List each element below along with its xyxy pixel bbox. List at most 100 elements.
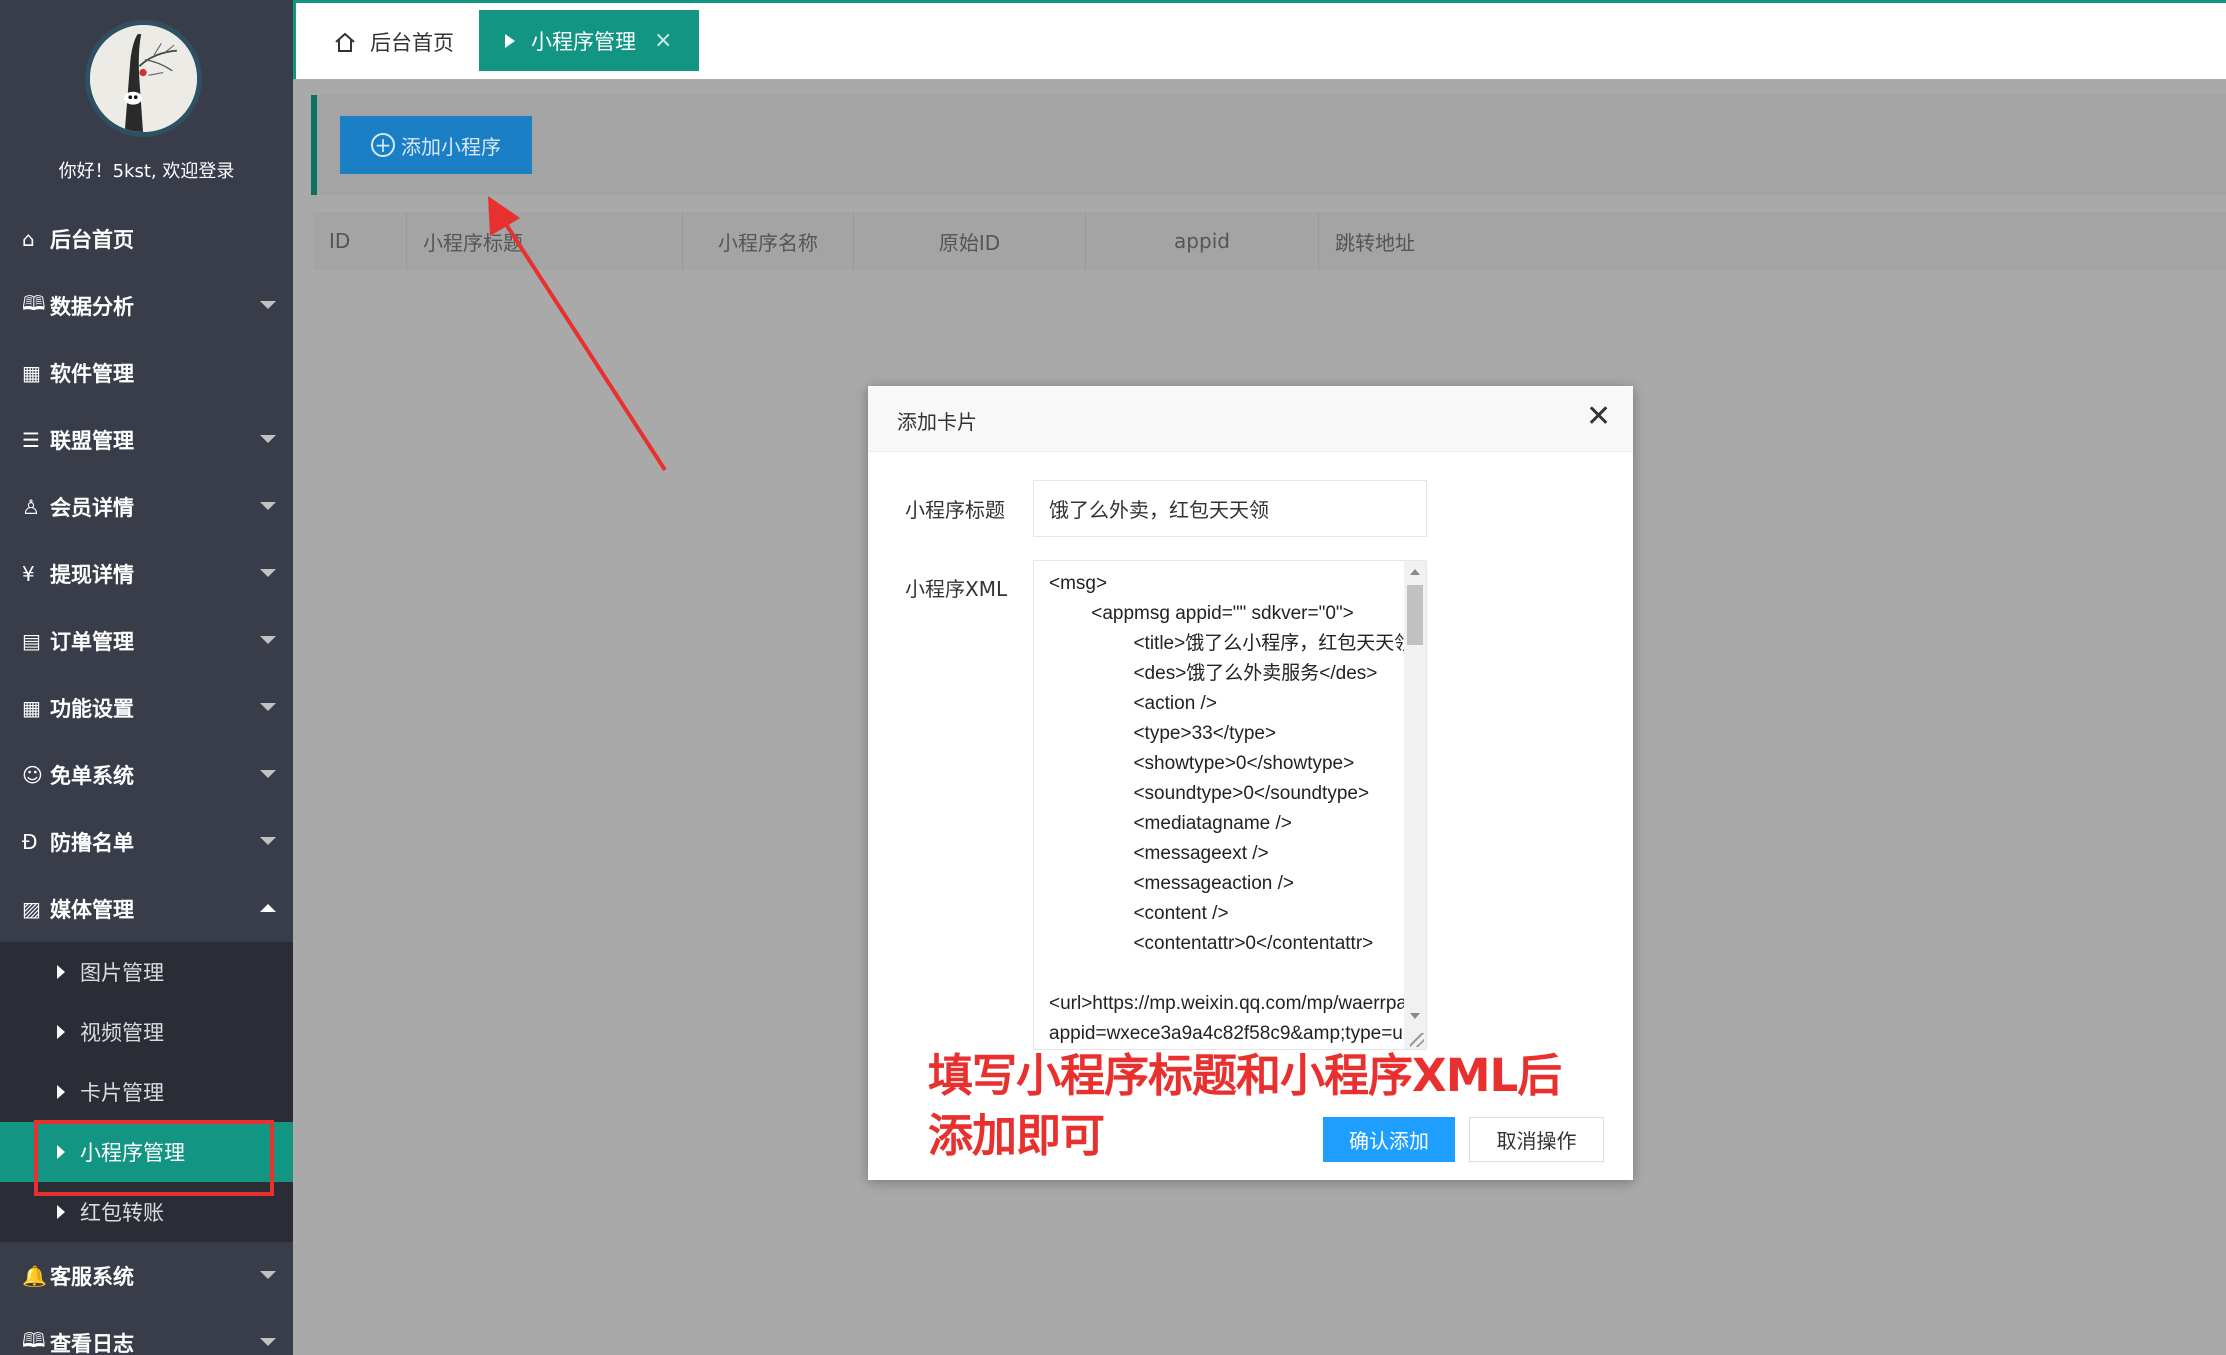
add-miniprogram-button[interactable]: + 添加小程序 xyxy=(340,116,532,174)
annotation-line-2: 添加即可 xyxy=(928,1109,1105,1162)
sidebar-item-icon: ▦ xyxy=(22,695,41,720)
tab-home-label: 后台首页 xyxy=(370,31,454,55)
sidebar-item-2[interactable]: ▦ 软件管理 xyxy=(0,339,293,406)
submenu-item-label: 图片管理 xyxy=(80,961,164,985)
caret-down-icon xyxy=(260,837,276,845)
caret-down-icon xyxy=(260,770,276,778)
sidebar-item-label: 提现详情 xyxy=(50,562,134,587)
submenu-item-3[interactable]: 小程序管理 xyxy=(0,1122,293,1182)
sidebar-item-icon: ¥ xyxy=(22,561,35,586)
sidebar-item-icon: 🔔 xyxy=(22,1263,47,1288)
sidebar-item-icon: 🕮 xyxy=(22,290,46,315)
play-icon xyxy=(505,33,515,48)
title-field-label: 小程序标题 xyxy=(905,498,1005,522)
dialog-title: 添加卡片 xyxy=(897,410,977,434)
scroll-up-icon[interactable] xyxy=(1410,569,1420,575)
sidebar-item-label: 会员详情 xyxy=(50,495,134,520)
sidebar-item-after-0[interactable]: 🔔 客服系统 xyxy=(0,1242,293,1309)
sidebar-item-icon: ☺ xyxy=(22,762,43,787)
instruction-annotation: 填写小程序标题和小程序XML后 添加即可 xyxy=(928,1046,1562,1166)
sidebar-item-label: 客服系统 xyxy=(50,1264,134,1289)
avatar-image xyxy=(90,25,197,132)
user-panel: 你好！5kst, 欢迎登录 xyxy=(0,0,293,205)
resize-handle-icon[interactable] xyxy=(1410,1033,1424,1047)
dialog-header: 添加卡片 ✕ xyxy=(868,386,1633,452)
column-header-3: 原始ID xyxy=(854,212,1086,270)
cancel-button[interactable]: 取消操作 xyxy=(1469,1117,1604,1162)
sidebar-item-icon: ▤ xyxy=(22,628,41,653)
sidebar-item-0[interactable]: ⌂ 后台首页 xyxy=(0,205,293,272)
caret-down-icon xyxy=(260,1338,276,1346)
close-tab-icon[interactable]: × xyxy=(654,28,672,53)
submenu-item-label: 卡片管理 xyxy=(80,1081,164,1105)
sidebar-item-8[interactable]: ☺ 免单系统 xyxy=(0,741,293,808)
column-header-2: 小程序名称 xyxy=(683,212,854,270)
scroll-down-icon[interactable] xyxy=(1410,1013,1420,1019)
sidebar-item-6[interactable]: ▤ 订单管理 xyxy=(0,607,293,674)
caret-down-icon xyxy=(260,703,276,711)
sidebar-item-1[interactable]: 🕮 数据分析 xyxy=(0,272,293,339)
caret-down-icon xyxy=(260,1271,276,1279)
submenu-item-label: 视频管理 xyxy=(80,1021,164,1045)
column-header-4: appid xyxy=(1086,212,1319,270)
sidebar-item-9[interactable]: Ð 防撸名单 xyxy=(0,808,293,875)
column-header-5: 跳转地址 xyxy=(1335,230,1415,255)
sidebar-item-label: 订单管理 xyxy=(50,629,134,654)
sidebar-item-label: 防撸名单 xyxy=(50,830,134,855)
sidebar-item-after-1[interactable]: 🕮 查看日志 xyxy=(0,1309,293,1355)
sidebar: 你好！5kst, 欢迎登录 ⌂ 后台首页 🕮 数据分析 ▦ 软件管理 ☰ 联盟管理 ♙ 会员详情 ¥… xyxy=(0,0,293,1355)
sidebar-item-3[interactable]: ☰ 联盟管理 xyxy=(0,406,293,473)
xml-text: <msg> <appmsg appid="" sdkver="0"> <titl… xyxy=(1049,573,1427,1044)
tab-home[interactable]: 后台首页 xyxy=(334,27,454,57)
column-header-0: ID xyxy=(313,212,407,270)
sidebar-item-icon: ♙ xyxy=(22,494,40,519)
sidebar-item-label: 免单系统 xyxy=(50,763,134,788)
play-icon xyxy=(57,1145,65,1159)
play-icon xyxy=(57,1085,65,1099)
submenu-item-4[interactable]: 红包转账 xyxy=(0,1182,293,1242)
sidebar-item-icon: Ð xyxy=(22,829,38,854)
media-submenu: 图片管理视频管理卡片管理小程序管理红包转账 xyxy=(0,942,293,1242)
play-icon xyxy=(57,1205,65,1219)
sidebar-item-5[interactable]: ¥ 提现详情 xyxy=(0,540,293,607)
sidebar-item-7[interactable]: ▦ 功能设置 xyxy=(0,674,293,741)
tab-miniprogram-label: 小程序管理 xyxy=(531,29,636,54)
table-header: ID 小程序标题 小程序名称 原始ID appid 跳转地址 xyxy=(313,212,2226,270)
submenu-item-1[interactable]: 视频管理 xyxy=(0,1002,293,1062)
xml-textarea[interactable]: <msg> <appmsg appid="" sdkver="0"> <titl… xyxy=(1033,560,1427,1050)
welcome-text: 你好！5kst, 欢迎登录 xyxy=(58,161,235,182)
caret-down-icon xyxy=(260,636,276,644)
confirm-add-button[interactable]: 确认添加 xyxy=(1323,1117,1455,1162)
add-miniprogram-label: 添加小程序 xyxy=(401,134,501,159)
toolbar: + 添加小程序 xyxy=(311,95,2226,195)
submenu-item-2[interactable]: 卡片管理 xyxy=(0,1062,293,1122)
xml-field-label: 小程序XML xyxy=(905,577,1008,601)
title-input[interactable] xyxy=(1033,480,1427,537)
submenu-item-label: 红包转账 xyxy=(80,1201,164,1225)
tab-bar: 后台首页 小程序管理 × xyxy=(293,0,2226,79)
tab-miniprogram[interactable]: 小程序管理 × xyxy=(479,10,699,71)
sidebar-item-label: 查看日志 xyxy=(50,1331,134,1355)
home-icon xyxy=(335,32,355,52)
plus-circle-icon: + xyxy=(371,133,395,157)
avatar[interactable] xyxy=(85,20,202,137)
annotation-line-1: 填写小程序标题和小程序XML后 xyxy=(928,1049,1562,1102)
sidebar-item-10[interactable]: ▨ 媒体管理 xyxy=(0,875,293,942)
close-icon[interactable]: ✕ xyxy=(1586,402,1611,432)
scroll-thumb[interactable] xyxy=(1407,585,1423,645)
add-card-dialog: 添加卡片 ✕ 小程序标题 小程序XML <msg> <appmsg appid=… xyxy=(868,386,1633,1180)
play-icon xyxy=(57,1025,65,1039)
sidebar-item-icon: ☰ xyxy=(22,427,40,452)
sidebar-item-label: 数据分析 xyxy=(50,294,134,319)
sidebar-item-label: 软件管理 xyxy=(50,361,134,386)
textarea-scrollbar[interactable] xyxy=(1404,561,1426,1049)
submenu-item-0[interactable]: 图片管理 xyxy=(0,942,293,1002)
caret-up-icon xyxy=(260,904,276,912)
sidebar-item-label: 媒体管理 xyxy=(50,897,134,922)
column-header-1: 小程序标题 xyxy=(407,212,683,270)
sidebar-item-icon: ⌂ xyxy=(22,226,35,251)
sidebar-item-icon: ▦ xyxy=(22,360,41,385)
sidebar-item-4[interactable]: ♙ 会员详情 xyxy=(0,473,293,540)
sidebar-item-label: 联盟管理 xyxy=(50,428,134,453)
sidebar-item-icon: 🕮 xyxy=(22,1327,46,1352)
